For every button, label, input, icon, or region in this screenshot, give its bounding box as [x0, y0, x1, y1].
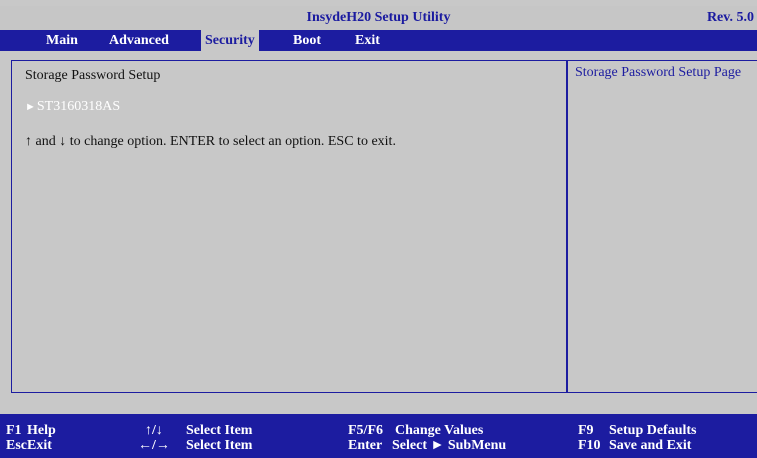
key-action: Setup Defaults	[609, 423, 697, 438]
submenu-arrow-icon: ►	[25, 101, 36, 113]
help-text: Storage Password Setup Page	[575, 65, 742, 80]
key-action: Save and Exit	[609, 438, 692, 453]
key-action: Change Values	[395, 423, 484, 438]
key-select-submenu: Enter Select ► SubMenu	[348, 438, 506, 453]
key-select-item-vertical: ↑/↓ Select Item	[145, 423, 252, 438]
key-change-values: F5/F6 Change Values	[348, 423, 483, 438]
tab-security[interactable]: Security	[201, 30, 259, 51]
page-title: Storage Password Setup	[25, 68, 161, 83]
key-label: Esc	[6, 438, 27, 453]
bios-screen: InsydeH20 Setup Utility Rev. 5.0 Main Ad…	[0, 0, 757, 458]
key-action: Help	[27, 423, 56, 438]
storage-device-item[interactable]: ►ST3160318AS	[25, 99, 120, 115]
tab-boot[interactable]: Boot	[289, 30, 325, 51]
title-bar: InsydeH20 Setup Utility Rev. 5.0	[0, 6, 757, 30]
key-legend: F1 Help EscExit ↑/↓ Select Item ←/→ Select …	[0, 414, 757, 458]
key-label: F9	[578, 423, 594, 438]
key-action: Exit	[27, 438, 52, 453]
settings-panel: Storage Password Setup ►ST3160318AS ↑ an…	[11, 60, 567, 393]
key-save-and-exit: F10 Save and Exit	[578, 438, 691, 453]
key-setup-defaults: F9 Setup Defaults	[578, 423, 697, 438]
revision-label: Rev. 5.0	[706, 10, 754, 25]
key-label: ←/→	[138, 438, 170, 453]
key-label: F10	[578, 438, 601, 453]
key-label: ↑/↓	[145, 423, 163, 438]
key-action: Select ► SubMenu	[392, 438, 507, 453]
key-action: Select Item	[186, 423, 253, 438]
tab-advanced[interactable]: Advanced	[105, 30, 173, 51]
menu-bar: Main Advanced Security Boot Exit	[0, 30, 757, 51]
navigation-instructions: ↑ and ↓ to change option. ENTER to selec…	[25, 134, 396, 149]
tab-main[interactable]: Main	[42, 30, 82, 51]
key-label: Enter	[348, 438, 383, 453]
key-label: F5/F6	[348, 423, 383, 438]
help-panel: Storage Password Setup Page	[567, 60, 757, 393]
storage-device-label: ST3160318AS	[36, 99, 121, 114]
app-title: InsydeH20 Setup Utility	[306, 10, 451, 25]
key-label: F1	[6, 423, 22, 438]
key-help: F1 Help	[6, 423, 56, 438]
tab-exit[interactable]: Exit	[351, 30, 384, 51]
key-action: Select Item	[186, 438, 253, 453]
key-exit: EscExit	[6, 438, 52, 453]
key-select-item-horizontal: ←/→ Select Item	[138, 438, 252, 453]
